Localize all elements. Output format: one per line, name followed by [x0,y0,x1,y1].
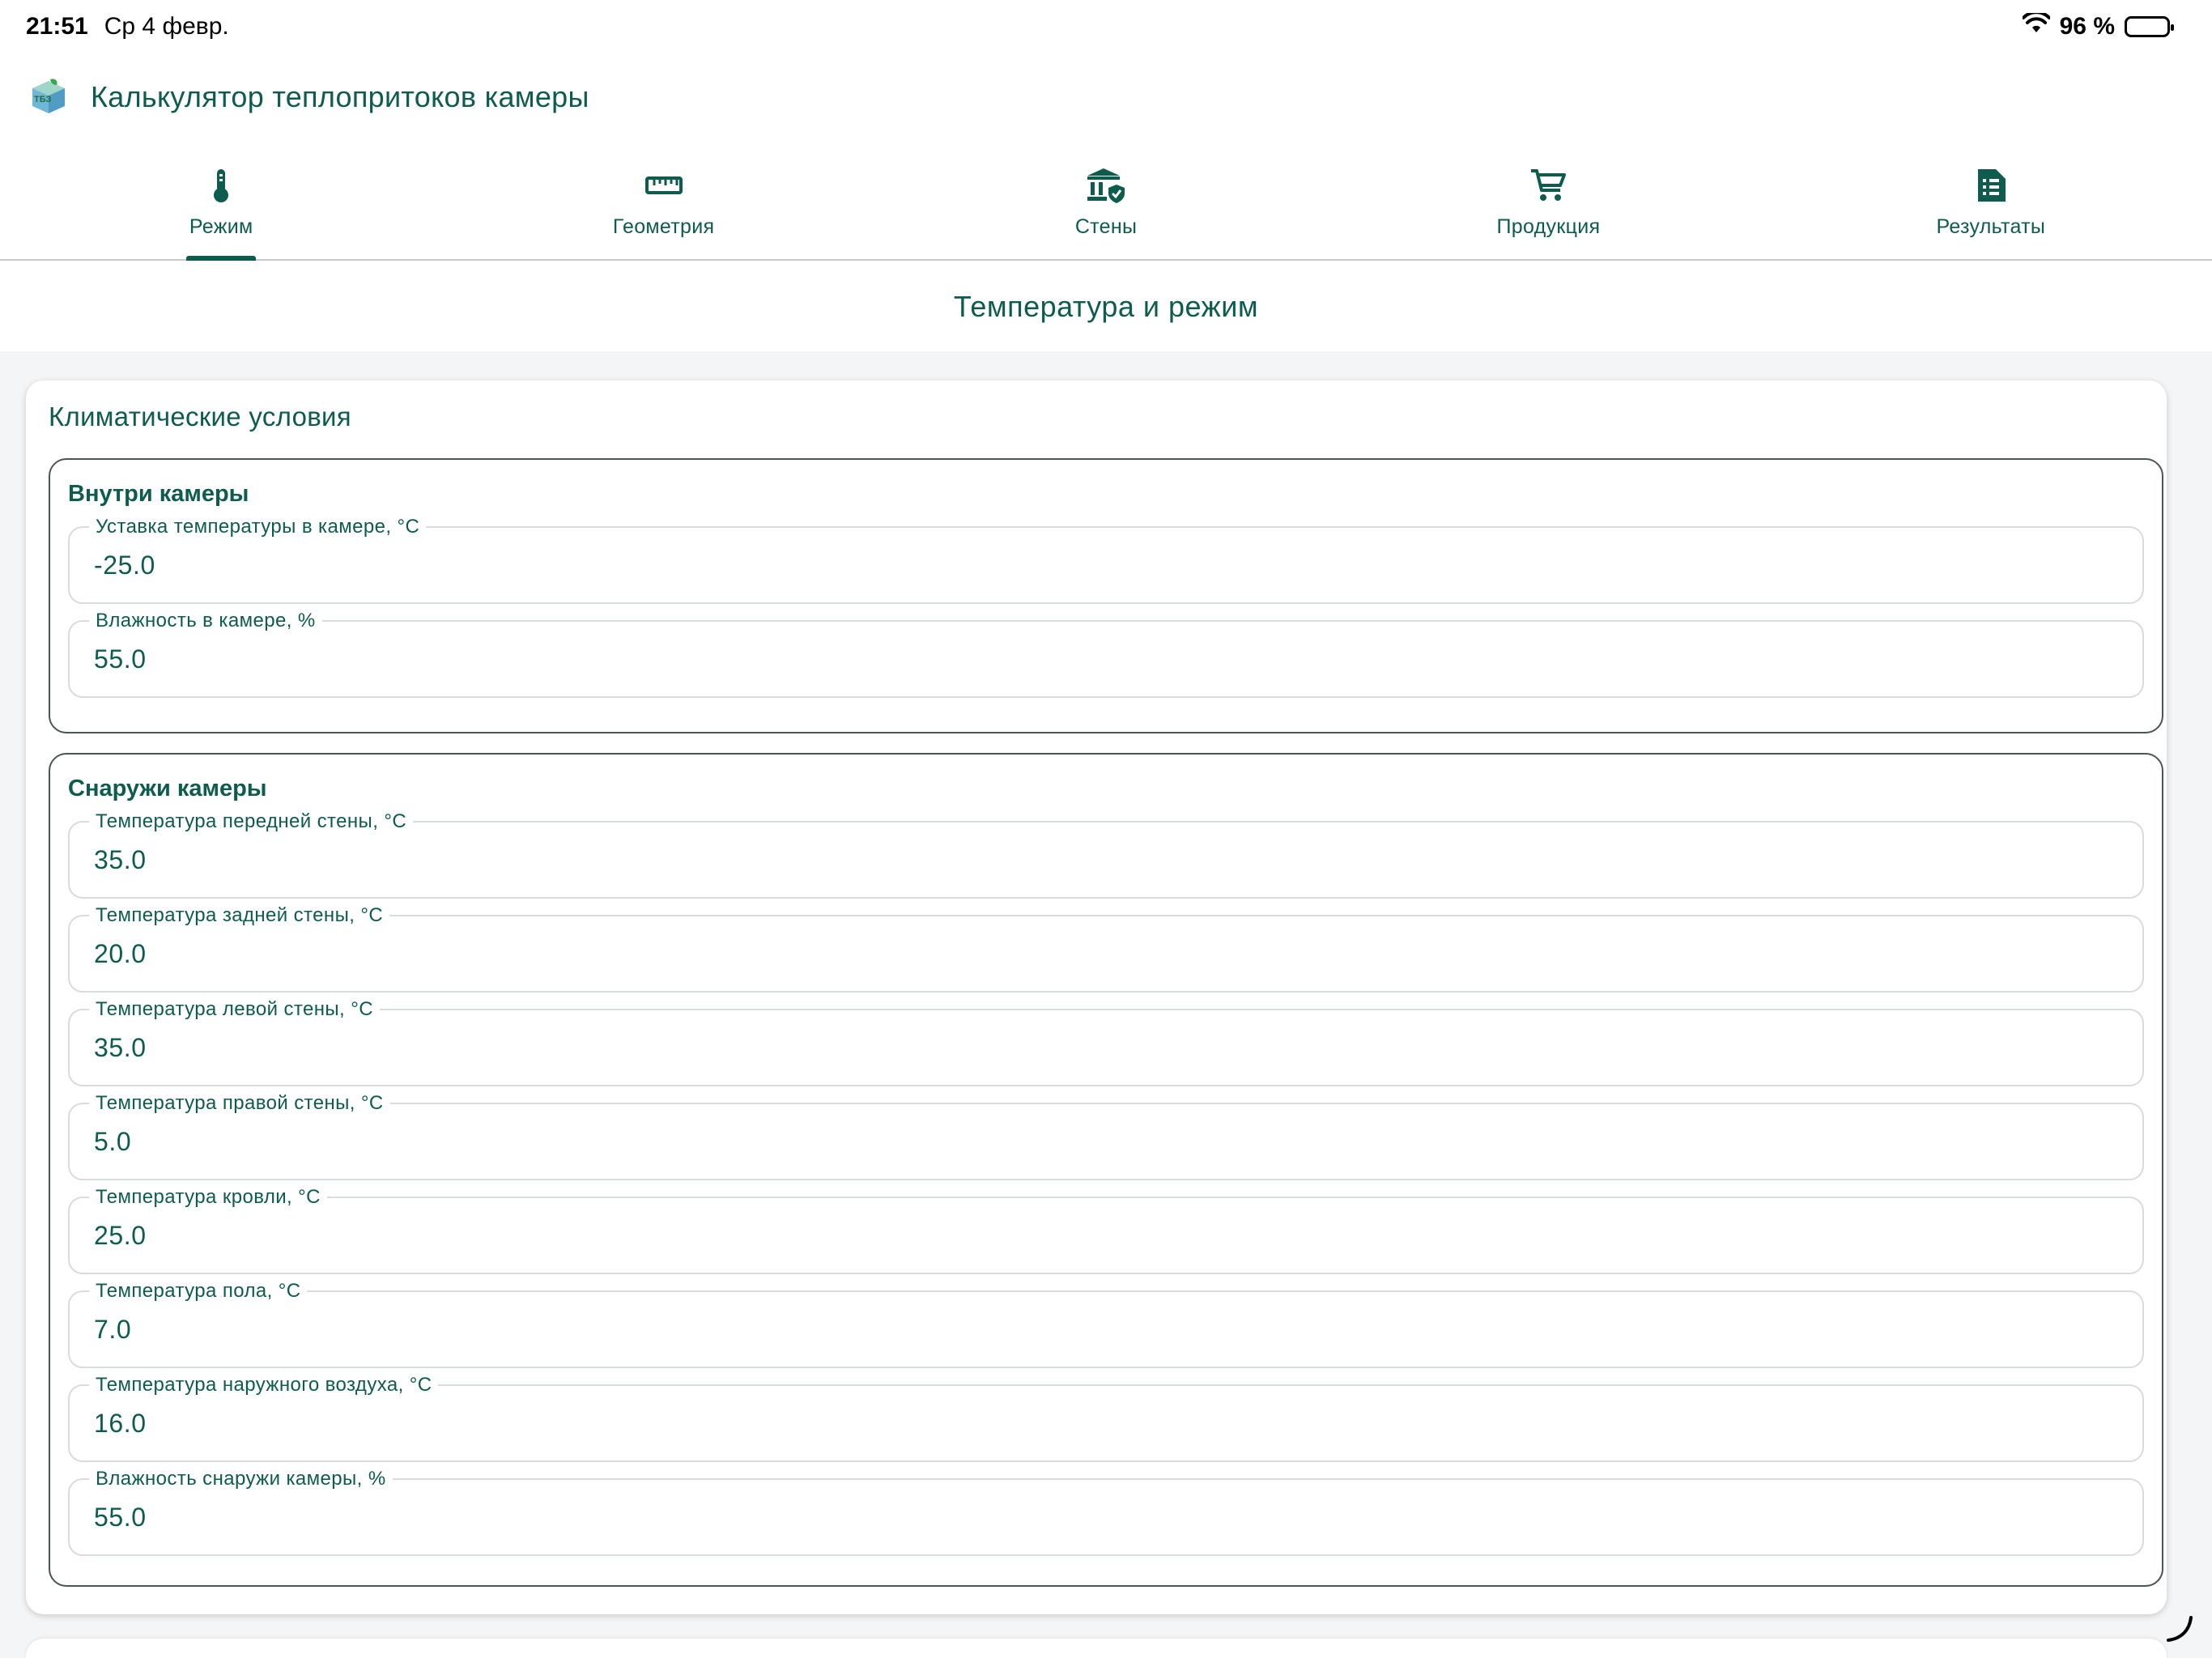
app-bar: ТБЗ Калькулятор теплопритоков камеры [0,65,2212,130]
field-label: Влажность в камере, % [89,610,322,632]
active-tab-indicator [186,256,257,261]
tab-mode[interactable]: Режим [0,154,442,261]
report-icon [1971,165,2011,206]
field-label: Температура кровли, °C [89,1186,327,1209]
field-value[interactable]: 5.0 [94,1127,131,1157]
field-value[interactable]: 16.0 [94,1409,147,1439]
field-label: Температура наружного воздуха, °C [89,1374,439,1397]
climate-card: Климатические условия Внутри камеры Уста… [26,380,2167,1614]
group-title: Внутри камеры [68,481,249,507]
field-label: Температура левой стены, °C [89,998,380,1021]
next-card-peek [26,1639,2167,1658]
tab-label: Продукция [1496,215,1601,238]
inside-humidity-field[interactable]: Влажность в камере, % 55.0 [68,610,2144,698]
back-wall-temp-field[interactable]: Температура задней стены, °C 20.0 [68,904,2144,993]
wifi-icon [2021,11,2051,40]
field-value[interactable]: -25.0 [94,551,155,580]
outside-group: Снаружи камеры Температура передней стен… [49,753,2163,1587]
card-title: Климатические условия [49,402,351,432]
content-area[interactable]: Климатические условия Внутри камеры Уста… [0,351,2212,1658]
outdoor-air-temp-field[interactable]: Температура наружного воздуха, °C 16.0 [68,1374,2144,1462]
logo-text: ТБЗ [34,95,52,104]
field-label: Температура правой стены, °C [89,1092,390,1115]
tab-label: Стены [1074,215,1138,238]
floor-temp-field[interactable]: Температура пола, °C 7.0 [68,1280,2144,1368]
field-value[interactable]: 55.0 [94,1503,147,1533]
right-wall-temp-field[interactable]: Температура правой стены, °C 5.0 [68,1092,2144,1180]
ruler-icon [644,165,684,206]
tab-bar: Режим Геометрия Стены Продукция Результа… [0,154,2212,261]
field-label: Уставка температуры в камере, °C [89,516,427,538]
thermometer-icon [201,165,241,206]
app-title: Калькулятор теплопритоков камеры [91,80,589,113]
scroll-corner-icon [2165,1614,2194,1643]
field-label: Температура пола, °C [89,1280,308,1303]
inside-group: Внутри камеры Уставка температуры в каме… [49,458,2163,733]
front-wall-temp-field[interactable]: Температура передней стены, °C 35.0 [68,810,2144,899]
page-title: Температура и режим [953,290,1259,323]
tab-products[interactable]: Продукция [1327,154,1769,259]
cart-icon [1528,165,1568,206]
field-label: Температура задней стены, °C [89,904,390,927]
temperature-setpoint-field[interactable]: Уставка температуры в камере, °C -25.0 [68,516,2144,604]
tab-label: Геометрия [612,215,715,238]
tab-geometry[interactable]: Геометрия [442,154,884,259]
field-value[interactable]: 7.0 [94,1315,131,1345]
field-value[interactable]: 35.0 [94,845,147,875]
field-label: Температура передней стены, °C [89,810,414,833]
outside-humidity-field[interactable]: Влажность снаружи камеры, % 55.0 [68,1468,2144,1556]
tab-walls[interactable]: Стены [885,154,1327,259]
page-header: Температура и режим [0,262,2212,351]
field-value[interactable]: 35.0 [94,1033,147,1063]
tab-label: Режим [189,215,253,238]
status-time: 21:51 [26,13,88,40]
status-date: Ср 4 февр. [104,13,229,40]
group-title: Снаружи камеры [68,776,267,801]
field-label: Влажность снаружи камеры, % [89,1468,393,1490]
building-shield-icon [1086,165,1126,206]
battery-icon [2125,16,2174,37]
tab-results[interactable]: Результаты [1770,154,2212,259]
field-value[interactable]: 25.0 [94,1221,147,1251]
field-value[interactable]: 20.0 [94,939,147,969]
field-value[interactable]: 55.0 [94,644,147,674]
app-logo: ТБЗ [29,78,68,117]
status-bar: 21:51 Ср 4 февр. 96 % [0,0,2212,53]
tab-label: Результаты [1936,215,2046,238]
roof-temp-field[interactable]: Температура кровли, °C 25.0 [68,1186,2144,1274]
battery-percent: 96 % [2059,13,2115,40]
left-wall-temp-field[interactable]: Температура левой стены, °C 35.0 [68,998,2144,1086]
